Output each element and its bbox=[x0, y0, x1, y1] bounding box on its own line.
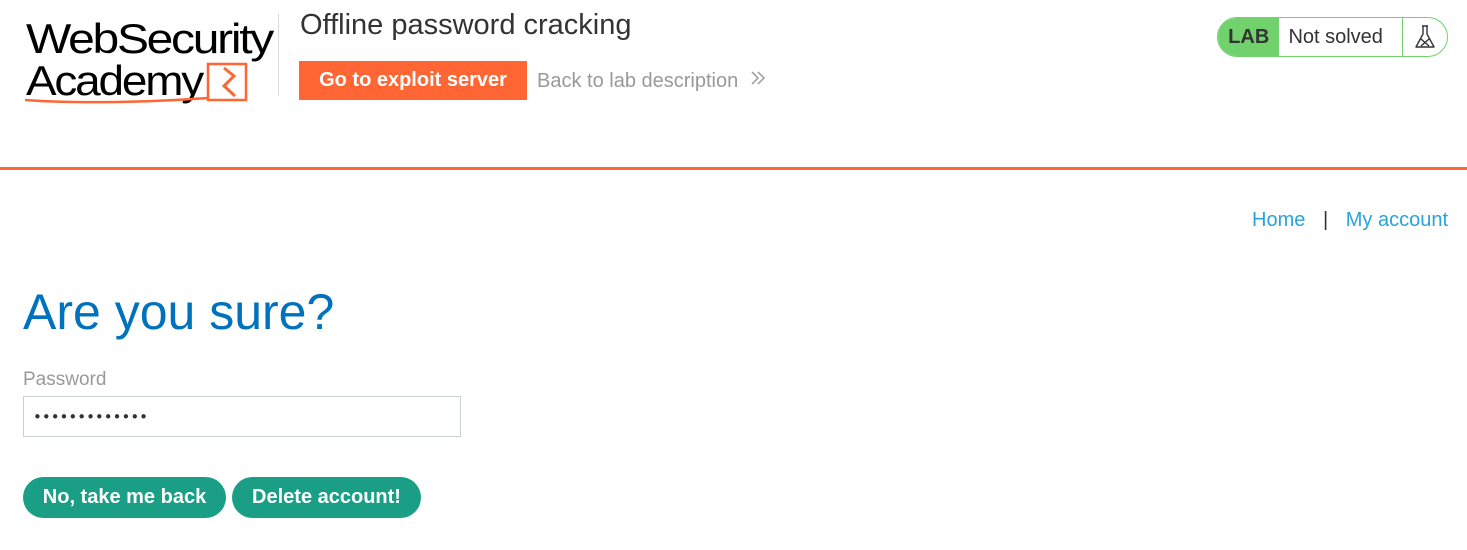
nav-separator: | bbox=[1322, 209, 1329, 231]
delete-account-button[interactable]: Delete account! bbox=[232, 477, 421, 518]
lab-status-widget: LAB Not solved bbox=[1217, 17, 1448, 57]
password-input[interactable] bbox=[23, 396, 461, 437]
logo-bolt-icon bbox=[221, 66, 237, 98]
lab-status-text: Not solved bbox=[1288, 26, 1383, 48]
logo-line-1: WebSecurity bbox=[26, 15, 274, 62]
top-nav: Home | My account bbox=[1252, 207, 1448, 233]
take-me-back-button[interactable]: No, take me back bbox=[23, 477, 226, 518]
back-link-label: Back to lab description bbox=[537, 70, 739, 92]
header-divider bbox=[278, 14, 279, 96]
logo-graphic: WebSecurity Academy bbox=[24, 15, 276, 104]
lab-header: WebSecurity Academy Offline password cra… bbox=[0, 0, 1467, 170]
my-account-link[interactable]: My account bbox=[1346, 209, 1448, 231]
go-to-exploit-server-button[interactable]: Go to exploit server bbox=[299, 61, 527, 100]
password-label: Password bbox=[23, 369, 107, 390]
lab-title: Offline password cracking bbox=[300, 9, 632, 41]
web-security-academy-logo[interactable]: WebSecurity Academy bbox=[22, 14, 280, 106]
page-title: Are you sure? bbox=[23, 284, 335, 340]
home-link[interactable]: Home bbox=[1252, 209, 1305, 231]
double-chevron-right-icon bbox=[750, 67, 766, 93]
back-to-lab-description-link[interactable]: Back to lab description bbox=[537, 68, 766, 94]
lab-badge: LAB bbox=[1218, 18, 1280, 56]
logo-line-2: Academy bbox=[26, 57, 204, 104]
flask-icon bbox=[1402, 18, 1447, 56]
